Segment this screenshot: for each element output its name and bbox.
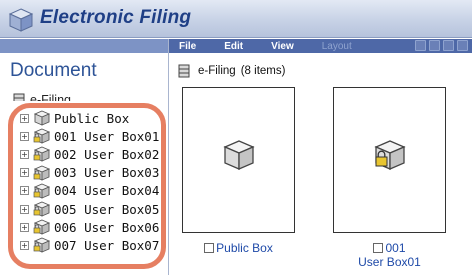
locked-box-icon xyxy=(33,219,51,235)
tree-item-user-box01[interactable]: + 001 User Box01 xyxy=(20,127,170,145)
path-label: e-Filing xyxy=(198,65,236,77)
tree-item-user-box04[interactable]: + 004 User Box04 xyxy=(20,182,170,200)
tree-item-label: 005 User Box05 xyxy=(54,201,160,217)
tree-item-label: 001 User Box01 xyxy=(54,128,160,144)
refresh-icon xyxy=(457,40,468,51)
card-public-box[interactable] xyxy=(182,87,295,233)
expand-toggle[interactable]: + xyxy=(20,149,29,159)
expand-toggle[interactable]: + xyxy=(20,240,29,250)
tree-item-label: 007 User Box07 xyxy=(54,237,160,253)
select-checkbox[interactable] xyxy=(373,243,384,253)
title-bar: Electronic Filing xyxy=(0,0,472,38)
card-name: Public Box xyxy=(216,241,273,255)
box-icon xyxy=(33,110,51,126)
tree-item-user-box03[interactable]: + 003 User Box03 xyxy=(20,164,170,182)
electronic-filing-logo-icon xyxy=(8,8,34,32)
left-panel-title: Document xyxy=(10,60,97,81)
card-label-user-box01[interactable]: 001 User Box01 xyxy=(333,241,446,269)
tree-item-user-box02[interactable]: + 002 User Box02 xyxy=(20,145,170,163)
left-panel-header xyxy=(0,39,168,53)
locked-box-icon xyxy=(33,183,51,199)
tree-item-user-box05[interactable]: + 005 User Box05 xyxy=(20,200,170,218)
expand-toggle[interactable]: + xyxy=(20,186,29,196)
tree-root-e-filing[interactable]: e-Filing xyxy=(12,92,71,101)
expand-toggle[interactable]: + xyxy=(20,113,29,123)
expand-toggle[interactable]: + xyxy=(20,168,29,178)
tree-item-label: Public Box xyxy=(54,110,130,126)
tree-item-label: 002 User Box02 xyxy=(54,146,160,162)
tree-item-user-box06[interactable]: + 006 User Box06 xyxy=(20,218,170,236)
locked-box-icon xyxy=(374,140,406,170)
locked-box-icon xyxy=(33,128,51,144)
menu-edit[interactable]: Edit xyxy=(224,41,243,52)
menu-view[interactable]: View xyxy=(271,41,294,52)
tree-root-label: e-Filing xyxy=(30,93,71,101)
tree-item-label: 006 User Box06 xyxy=(54,219,160,235)
e-filing-cabinet-icon xyxy=(178,64,190,78)
toolbar-icons xyxy=(415,40,468,51)
expand-toggle[interactable]: + xyxy=(20,222,29,232)
menu-file[interactable]: File xyxy=(179,41,196,52)
locked-box-icon xyxy=(33,165,51,181)
save-icon xyxy=(429,40,440,51)
tree-item-label: 004 User Box04 xyxy=(54,183,160,199)
box-tree: + Public Box + 001 User Box01 + 002 User… xyxy=(20,109,170,255)
locked-box-icon xyxy=(33,201,51,217)
print-icon xyxy=(415,40,426,51)
item-count: (8 items) xyxy=(240,65,286,77)
tree-root-clip: e-Filing xyxy=(0,92,168,101)
locked-box-icon xyxy=(33,146,51,163)
menu-bar: File Edit View Layout xyxy=(169,39,472,53)
card-label-public-box[interactable]: Public Box xyxy=(182,241,295,255)
expand-toggle[interactable]: + xyxy=(20,131,29,141)
card-name: 001 xyxy=(385,241,406,255)
e-filing-cabinet-icon xyxy=(13,93,25,101)
select-checkbox[interactable] xyxy=(204,243,215,253)
expand-toggle[interactable]: + xyxy=(20,204,29,214)
app-title: Electronic Filing xyxy=(40,7,192,28)
locked-box-icon xyxy=(33,237,51,254)
card-name-line2: User Box01 xyxy=(358,255,421,269)
menu-layout: Layout xyxy=(321,40,352,52)
printer-icon xyxy=(443,40,454,51)
card-user-box01[interactable] xyxy=(333,87,446,233)
box-icon xyxy=(223,140,255,170)
tree-item-user-box07[interactable]: + 007 User Box07 xyxy=(20,236,170,254)
current-path: e-Filing (8 items) xyxy=(177,64,285,78)
tree-item-label: 003 User Box03 xyxy=(54,165,160,181)
tree-item-public-box[interactable]: + Public Box xyxy=(20,109,170,127)
